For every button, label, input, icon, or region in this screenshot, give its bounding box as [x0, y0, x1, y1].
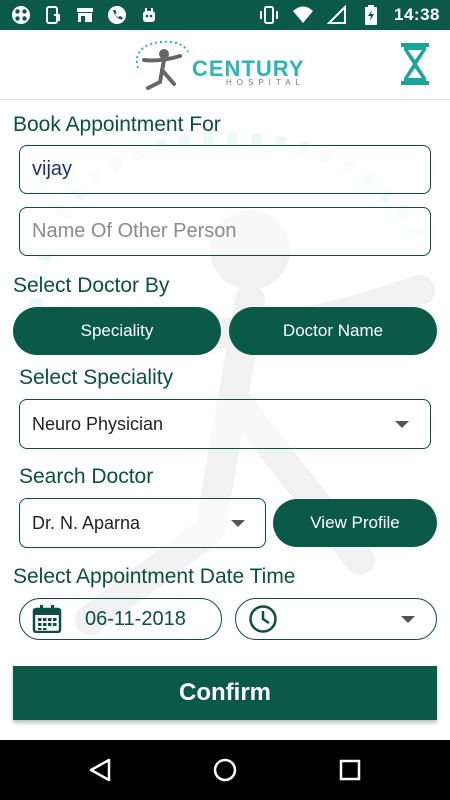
android-icon: [138, 4, 160, 26]
search-doctor-label: Search Doctor: [19, 465, 154, 488]
notification-icons: [10, 4, 160, 26]
brand-subtitle: HOSPITAL: [226, 78, 305, 87]
battery-icon: [360, 4, 382, 26]
status-time: 14:38: [394, 5, 440, 24]
century-hospital-logo: CENTURY HOSPITAL: [130, 38, 320, 92]
phone-icon: [106, 4, 128, 26]
back-icon[interactable]: [87, 757, 113, 783]
clock-icon: [248, 604, 278, 639]
system-icons: 14:38: [258, 4, 440, 26]
chevron-down-icon: [401, 616, 415, 623]
speciality-value: Neuro Physician: [32, 414, 164, 434]
patient-name-value: vijay: [32, 158, 73, 180]
doctor-name-button[interactable]: Doctor Name: [229, 307, 437, 355]
other-person-placeholder: Name Of Other Person: [32, 220, 237, 242]
navigation-bar: [0, 740, 450, 800]
screen-rotate-icon: [42, 4, 64, 26]
date-time-label: Select Appointment Date Time: [13, 565, 296, 588]
time-picker[interactable]: [235, 598, 437, 640]
recents-icon[interactable]: [337, 757, 363, 783]
patient-name-field[interactable]: vijay: [19, 145, 431, 194]
appointment-form: Book Appointment For vijay Name Of Other…: [0, 100, 450, 740]
vibrate-icon: [258, 4, 280, 26]
date-picker[interactable]: 06-11-2018: [19, 598, 222, 640]
calendar-icon: [32, 605, 62, 638]
confirm-button[interactable]: Confirm: [13, 666, 437, 720]
chevron-down-icon: [395, 421, 409, 428]
doctor-dropdown[interactable]: Dr. N. Aparna: [19, 498, 266, 548]
app-grid-icon: [10, 4, 32, 26]
status-bar: 14:38: [0, 0, 450, 30]
home-icon[interactable]: [212, 757, 238, 783]
view-profile-button[interactable]: View Profile: [273, 499, 437, 547]
store-icon: [74, 4, 96, 26]
hourglass-icon[interactable]: [398, 42, 432, 86]
book-for-label: Book Appointment For: [13, 113, 221, 136]
speciality-dropdown[interactable]: Neuro Physician: [19, 399, 431, 449]
speciality-button[interactable]: Speciality: [13, 307, 221, 355]
signal-icon: [326, 4, 348, 26]
doctor-value: Dr. N. Aparna: [32, 513, 141, 533]
select-speciality-label: Select Speciality: [19, 366, 174, 389]
app-header: CENTURY HOSPITAL: [0, 30, 450, 100]
date-value: 06-11-2018: [85, 608, 186, 630]
wifi-icon: [292, 4, 314, 26]
select-doctor-by-label: Select Doctor By: [13, 274, 170, 297]
chevron-down-icon: [231, 520, 245, 527]
other-person-name-field[interactable]: Name Of Other Person: [19, 207, 431, 256]
